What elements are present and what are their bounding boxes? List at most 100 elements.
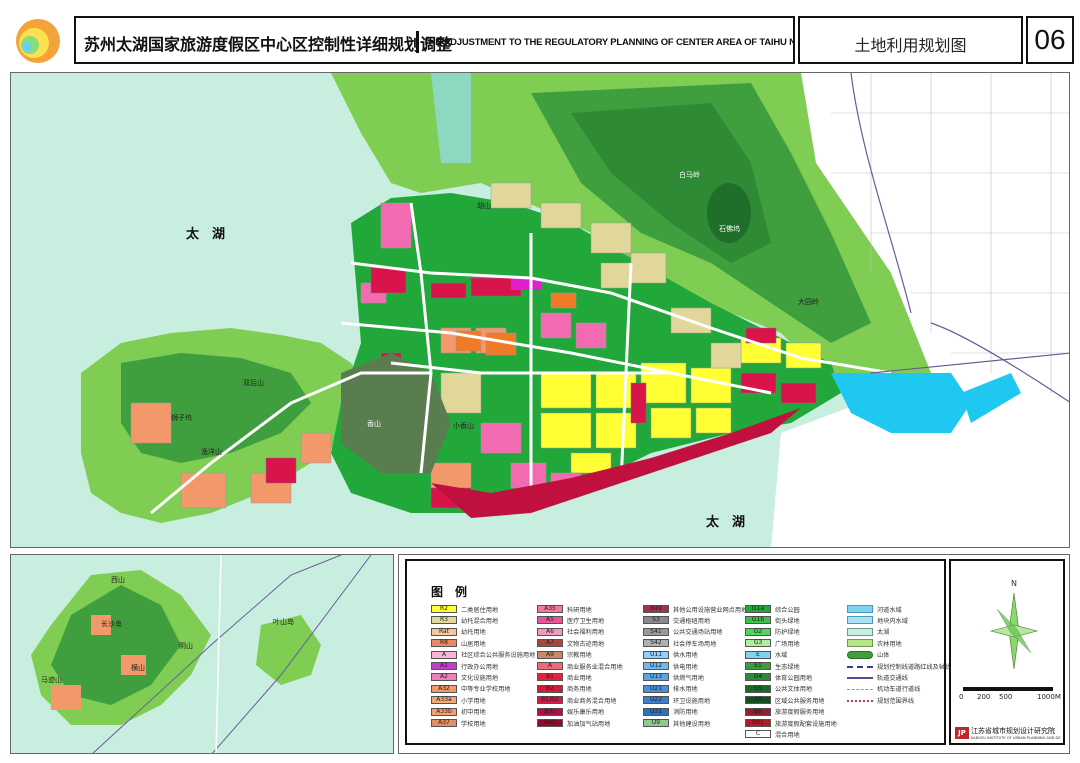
legend-label: 商务用地 xyxy=(567,686,592,694)
legend-swatch: U21 xyxy=(643,684,669,693)
inset-label-2: 叶山岛 xyxy=(273,618,294,626)
legend-line-symbol xyxy=(847,605,873,613)
legend-swatch: G1b xyxy=(745,616,771,625)
scale-label-2: 500 xyxy=(999,693,1013,701)
legend-title: 图 例 xyxy=(431,585,468,599)
legend-label: 供燃气用地 xyxy=(673,674,704,682)
legend-label: 混合用地 xyxy=(775,731,800,739)
sheet-title: 土地利用规划图 xyxy=(854,36,967,55)
legend-line-label: 规划范围界线 xyxy=(877,697,915,705)
legend-line-symbol xyxy=(847,639,873,648)
legend-label: 文化设施用地 xyxy=(461,674,499,682)
legend-swatch: B1/B2 xyxy=(537,696,563,705)
legend-swatch: B91 xyxy=(745,719,771,727)
institute-name: 江苏省城市规划设计研究院 xyxy=(971,727,1055,735)
legend-label: 供电用地 xyxy=(673,663,698,671)
legend-swatch: B49 xyxy=(643,605,669,613)
legend-label: 综合公园 xyxy=(775,606,800,614)
legend-line-symbol xyxy=(847,688,873,690)
inset-label-1: 横山 xyxy=(131,664,145,672)
legend-swatch: B41 xyxy=(537,719,563,727)
sheet-number-box: 06 xyxy=(1026,16,1074,64)
legend-swatch: R3 xyxy=(431,616,457,625)
label-lake-south: 太 湖 xyxy=(706,515,746,530)
legend-label: 商业用地 xyxy=(567,674,592,682)
legend-line-symbol xyxy=(847,677,873,680)
legend-swatch: U22 xyxy=(643,696,669,705)
legend-swatch: A5 xyxy=(537,616,563,625)
legend-label: 公共交通场站用地 xyxy=(673,629,723,637)
scale-label-3: 1000M xyxy=(1037,693,1061,701)
legend-label: 小学用地 xyxy=(461,697,486,705)
legend-label: 医疗卫生用地 xyxy=(567,617,605,625)
legend-label: 其他公用设施营业网点用地 xyxy=(673,606,748,614)
label-hill-xiangshan: 香山 xyxy=(367,420,381,428)
legend-line-symbol xyxy=(847,700,873,703)
scale-label-0: 0 xyxy=(959,693,964,701)
legend-label: 娱乐康乐用地 xyxy=(567,709,605,717)
legend-swatch: S3 xyxy=(643,616,669,625)
legend-swatch: A xyxy=(431,650,457,659)
legend-swatch: A32 xyxy=(431,684,457,693)
compass-rose-icon xyxy=(989,592,1039,670)
header-bar: 苏州太湖国家旅游度假区中心区控制性详细规划调整 THE ADJUSTMENT T… xyxy=(8,12,1074,67)
legend-label: 环卫设施用地 xyxy=(673,697,711,705)
legend-label: 水域 xyxy=(775,652,788,660)
legend-swatch: U9 xyxy=(643,719,669,727)
legend-swatch: A2 xyxy=(431,673,457,682)
legend-label: 科研用地 xyxy=(567,606,592,614)
legend-label: 区域公共服务用地 xyxy=(775,697,825,705)
legend-label: 社会福利用地 xyxy=(567,629,605,637)
legend-swatch: A9 xyxy=(537,650,563,659)
legend-label: 防护绿地 xyxy=(775,629,800,637)
sheet-title-box: 土地利用规划图 xyxy=(798,16,1023,64)
legend-label: 幼托用地 xyxy=(461,629,486,637)
legend-line-symbol xyxy=(847,627,873,636)
legend-swatch: A1 xyxy=(431,662,457,670)
inset-map-svg xyxy=(31,555,372,753)
legend-label: 体育公园用地 xyxy=(775,674,813,682)
legend-label: 加油加气站用地 xyxy=(567,720,611,728)
scale-label-1: 200 xyxy=(977,693,991,701)
legend-swatch: R2 xyxy=(431,605,457,613)
legend-label: 生态绿地 xyxy=(775,663,800,671)
label-hill-shifoling: 石佛坞 xyxy=(719,225,740,233)
institute-logo-badge-icon: JP xyxy=(955,727,969,739)
inset-map: 长沙岛 横山 叶山岛 阴山 西山 马迹山 xyxy=(10,554,394,754)
title-box: 苏州太湖国家旅游度假区中心区控制性详细规划调整 THE ADJUSTMENT T… xyxy=(74,16,795,64)
legend-swatch: U13 xyxy=(643,673,669,682)
label-lake-west: 太 湖 xyxy=(186,227,226,242)
legend-label: 初中用地 xyxy=(461,709,486,717)
inset-label-3: 阴山 xyxy=(179,642,193,650)
legend-swatch: A33b xyxy=(431,707,457,716)
main-map: 太 湖 太 湖 白马岭 石佛坞 大园岭 双后山 狮子坞 渔洋山 香山 小香山 胡… xyxy=(10,72,1070,548)
label-hill-bailing: 白马岭 xyxy=(679,171,700,179)
land-use-map-svg xyxy=(11,73,1069,547)
inset-label-0: 长沙岛 xyxy=(101,620,122,628)
legend-label: 街头绿地 xyxy=(775,617,800,625)
label-hill-shuangqianshan: 双后山 xyxy=(243,379,264,387)
legend-line-label: 太湖 xyxy=(877,629,890,637)
legend-swatch: B9 xyxy=(745,707,771,716)
institute-name-english: JIANGSU INSTITUTE OF URBAN PLANNING AND … xyxy=(971,736,1061,740)
legend-label: 广场用地 xyxy=(775,640,800,648)
legend-line-label: 山体 xyxy=(877,652,890,660)
legend-swatch: A6 xyxy=(537,627,563,636)
legend-line-label: 机动车道行道线 xyxy=(877,686,921,694)
legend-label: 公共文体用地 xyxy=(775,686,813,694)
legend-label: 文物古迹用地 xyxy=(567,640,605,648)
legend-swatch: B1 xyxy=(537,673,563,682)
legend-swatch: R8 xyxy=(431,639,457,648)
legend-swatch: B2 xyxy=(537,684,563,693)
page-title: 苏州太湖国家旅游度假区中心区控制性详细规划调整 xyxy=(84,35,453,54)
legend-swatch: U31 xyxy=(643,707,669,716)
legend-label: 商业商务混合用地 xyxy=(567,697,617,705)
legend-line-label: 规划控制线道路红线及轴线 xyxy=(877,663,952,671)
label-hill-xiaoxiangshan: 小香山 xyxy=(453,422,474,430)
legend-swatch: G4 xyxy=(745,673,771,682)
legend-label: 其他建设用地 xyxy=(673,720,711,728)
legend-label: 社会停车场用地 xyxy=(673,640,717,648)
legend-line-label: 农林用地 xyxy=(877,640,902,648)
legend-swatch: U12 xyxy=(643,662,669,670)
legend-swatch: E xyxy=(745,650,771,659)
